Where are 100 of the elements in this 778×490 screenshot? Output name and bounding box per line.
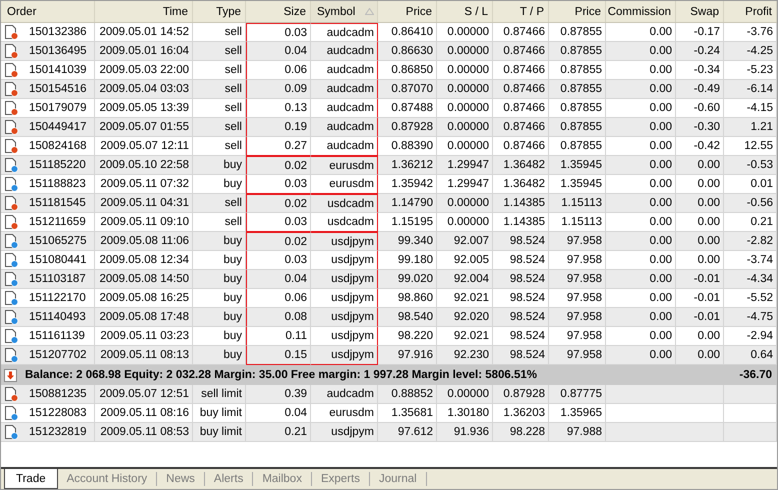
- open-price-cell: 0.86630: [378, 42, 437, 61]
- symbol-cell: eurusdm: [311, 156, 378, 175]
- commission-cell: 0.00: [606, 194, 676, 213]
- commission-cell: 0.00: [606, 42, 676, 61]
- type-cell: buy: [193, 232, 246, 251]
- symbol-cell: usdjpym: [311, 308, 378, 327]
- stop-loss-cell: 91.936: [437, 423, 493, 442]
- open-price-cell: 99.020: [378, 270, 437, 289]
- column-header[interactable]: T / P: [493, 1, 549, 22]
- column-header[interactable]: Order: [1, 1, 95, 22]
- stop-loss-cell: 0.00000: [437, 118, 493, 137]
- tab[interactable]: Account History: [58, 472, 158, 486]
- current-price-cell: 0.87775: [549, 385, 606, 404]
- open-price-cell: 1.36212: [378, 156, 437, 175]
- profit-cell: -0.53: [724, 156, 777, 175]
- swap-cell: -0.49: [676, 80, 724, 99]
- column-header[interactable]: Type: [193, 1, 246, 22]
- take-profit-cell: 98.524: [493, 308, 549, 327]
- stop-loss-cell: 0.00000: [437, 42, 493, 61]
- column-header[interactable]: Swap: [676, 1, 724, 22]
- swap-cell: -0.01: [676, 270, 724, 289]
- order-document-icon: [4, 214, 19, 230]
- profit-cell: -4.34: [724, 270, 777, 289]
- commission-cell: 0.00: [606, 118, 676, 137]
- account-summary-text: Balance: 2 068.98 Equity: 2 032.28 Margin: 35.00 Free margin: 1 997.28 Margin level: 5806.51%: [25, 369, 538, 381]
- size-cell: 0.27: [246, 137, 311, 156]
- tab[interactable]: Mailbox: [253, 472, 312, 486]
- order-document-icon: [4, 176, 19, 192]
- current-price-cell: 0.87855: [549, 42, 606, 61]
- order-document-icon: [4, 252, 19, 268]
- swap-cell: -0.01: [676, 308, 724, 327]
- column-header[interactable]: Symbol: [311, 1, 378, 22]
- symbol-cell: audcadm: [311, 80, 378, 99]
- order-document-icon: [4, 405, 19, 421]
- swap-cell: -0.30: [676, 118, 724, 137]
- time-cell: 2009.05.01 16:04: [95, 42, 193, 61]
- current-price-cell: 97.958: [549, 232, 606, 251]
- symbol-cell: audcadm: [311, 118, 378, 137]
- profit-cell: 1.21: [724, 118, 777, 137]
- order-document-icon: [4, 138, 19, 154]
- order-number: 150136495: [29, 45, 87, 57]
- order-number: 150881235: [29, 388, 87, 400]
- order-number: 150132386: [29, 26, 87, 38]
- open-price-cell: 97.612: [378, 423, 437, 442]
- column-header[interactable]: Profit: [724, 1, 777, 22]
- tab[interactable]: Alerts: [204, 472, 254, 486]
- stop-loss-cell: 0.00000: [437, 80, 493, 99]
- open-price-cell: 0.87070: [378, 80, 437, 99]
- order-document-icon: [4, 271, 19, 287]
- column-header[interactable]: Price: [549, 1, 606, 22]
- tab[interactable]: Trade: [4, 469, 58, 489]
- size-cell: 0.04: [246, 270, 311, 289]
- take-profit-cell: 98.524: [493, 270, 549, 289]
- current-price-cell: 0.87855: [549, 80, 606, 99]
- open-price-cell: 99.340: [378, 232, 437, 251]
- current-price-cell: 1.35945: [549, 156, 606, 175]
- order-number: 151185220: [29, 159, 86, 171]
- down-arrow-icon: [4, 368, 17, 382]
- tab[interactable]: Journal: [370, 472, 427, 486]
- order-document-icon: [4, 424, 19, 440]
- time-cell: 2009.05.11 04:31: [95, 194, 193, 213]
- tab[interactable]: News: [157, 472, 205, 486]
- commission-cell: 0.00: [606, 308, 676, 327]
- column-header[interactable]: Price: [378, 1, 437, 22]
- type-cell: buy: [193, 156, 246, 175]
- order-number: 151188823: [29, 178, 86, 190]
- profit-cell: -2.82: [724, 232, 777, 251]
- size-cell: 0.03: [246, 175, 311, 194]
- tab[interactable]: Experts: [312, 472, 370, 486]
- profit-cell: -4.25: [724, 42, 777, 61]
- open-price-cell: 0.87928: [378, 118, 437, 137]
- column-header[interactable]: Commission: [606, 1, 676, 22]
- total-profit: -36.70: [739, 369, 773, 381]
- symbol-cell: usdjpym: [311, 232, 378, 251]
- sort-arrow-icon: [365, 8, 374, 15]
- order-number: 151103187: [29, 273, 86, 285]
- stop-loss-cell: 0.00000: [437, 385, 493, 404]
- order-document-icon: [4, 81, 19, 97]
- current-price-cell: 97.958: [549, 308, 606, 327]
- column-header[interactable]: S / L: [437, 1, 493, 22]
- stop-loss-cell: 92.007: [437, 232, 493, 251]
- time-cell: 2009.05.08 17:48: [95, 308, 193, 327]
- commission-cell: 0.00: [606, 156, 676, 175]
- type-cell: buy: [193, 308, 246, 327]
- order-document-icon: [4, 290, 19, 306]
- order-document-icon: [4, 386, 19, 402]
- current-price-cell: 97.988: [549, 423, 606, 442]
- order-document-icon: [4, 100, 19, 116]
- take-profit-cell: 0.87466: [493, 80, 549, 99]
- order-document-icon: [4, 157, 19, 173]
- commission-cell: 0.00: [606, 232, 676, 251]
- swap-cell: -0.24: [676, 42, 724, 61]
- order-document-icon: [4, 233, 19, 249]
- order-number: 150179079: [29, 102, 87, 114]
- take-profit-cell: 98.228: [493, 423, 549, 442]
- type-cell: buy limit: [193, 423, 246, 442]
- stop-loss-cell: 92.004: [437, 270, 493, 289]
- symbol-cell: eurusdm: [311, 175, 378, 194]
- column-header[interactable]: Time: [95, 1, 193, 22]
- order-number: 151211659: [29, 216, 86, 228]
